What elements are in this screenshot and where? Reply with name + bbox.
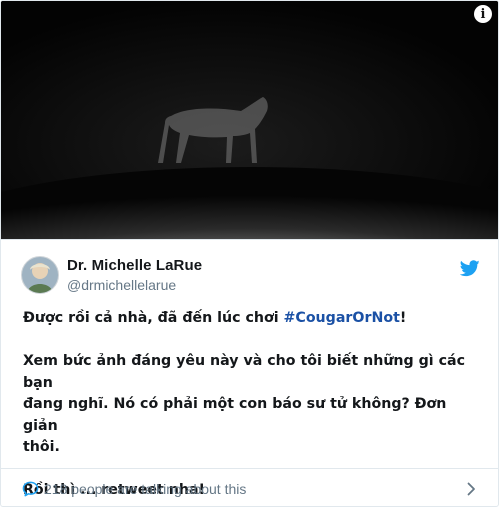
info-icon[interactable]: i — [474, 5, 492, 23]
author-handle[interactable]: @drmichellelarue — [67, 277, 176, 293]
tweet-card: i Dr. Michelle LaRue @drmichellelarue Đư… — [0, 0, 499, 507]
avatar[interactable] — [21, 256, 59, 294]
tweet-line-1-prefix: Được rồi cả nhà, đã đến lúc chơi — [23, 310, 284, 326]
tweet-line-1-suffix: ! — [399, 310, 407, 326]
twitter-bird-icon[interactable] — [460, 260, 480, 277]
info-glyph: i — [480, 6, 486, 22]
author-name[interactable]: Dr. Michelle LaRue — [67, 257, 202, 274]
chevron-right-icon[interactable] — [467, 482, 476, 496]
tweet-header: Dr. Michelle LaRue @drmichellelarue — [1, 239, 498, 300]
tweet-para-2-line-1: Xem bức ảnh đáng yêu này và cho tôi biết… — [23, 353, 465, 391]
speech-bubble-icon — [22, 481, 39, 497]
tweet-line-1: Được rồi cả nhà, đã đến lúc chơi #Cougar… — [23, 308, 483, 330]
trail-camera-image — [1, 1, 498, 239]
tweet-para-2-line-2: đang nghĩ. Nó có phải một con báo sư tử … — [23, 396, 447, 434]
avatar-image — [22, 257, 58, 293]
tweet-photo[interactable]: i — [1, 1, 498, 239]
tweet-footer[interactable]: 218 people are talking about this — [1, 468, 498, 506]
tweet-para-2-line-3: thôi. — [23, 439, 60, 455]
talking-count-link[interactable]: 218 people are talking about this — [44, 481, 246, 497]
hashtag-link[interactable]: #CougarOrNot — [284, 310, 400, 326]
